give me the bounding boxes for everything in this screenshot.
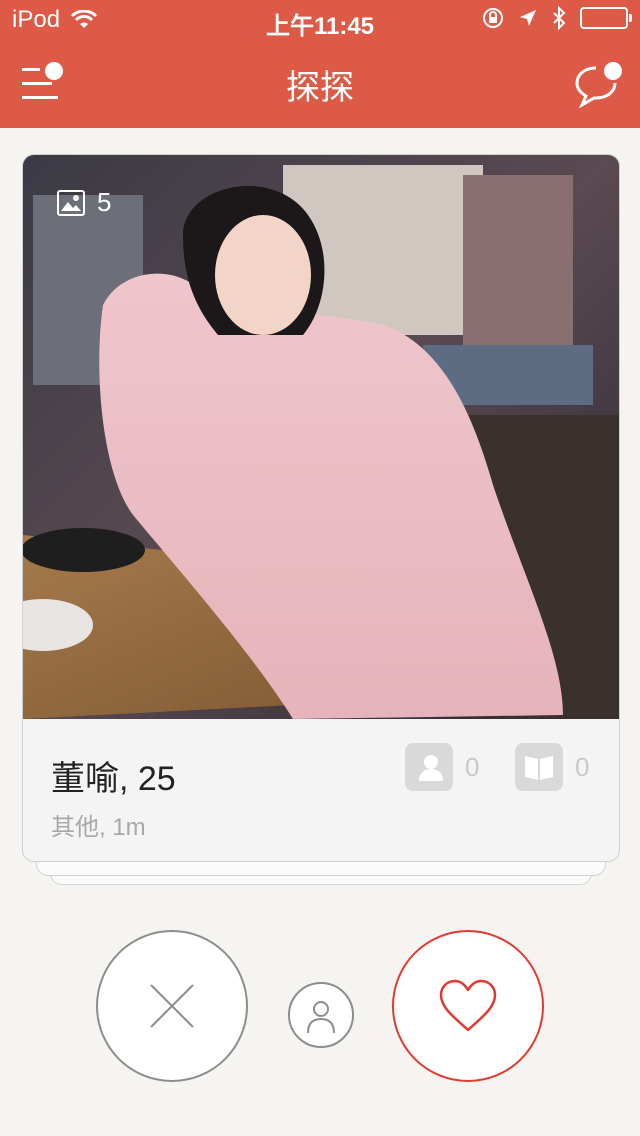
location-arrow-icon bbox=[520, 10, 536, 26]
profile-card[interactable]: 5 董喻, 25 其他, 1m 0 0 bbox=[22, 154, 620, 862]
photo-count-value: 5 bbox=[97, 187, 112, 217]
photo-icon bbox=[57, 189, 85, 216]
moments-stat: 0 bbox=[515, 743, 589, 791]
moments-count: 0 bbox=[575, 751, 590, 782]
photo-count: 5 bbox=[57, 187, 111, 218]
user-icon bbox=[307, 1001, 335, 1033]
close-icon bbox=[150, 984, 194, 1028]
rotation-lock-icon bbox=[483, 8, 503, 28]
profile-subtitle: 其他, 1m bbox=[51, 814, 146, 841]
like-button[interactable] bbox=[392, 930, 544, 1082]
battery-icon bbox=[580, 7, 632, 29]
profile-name-age: 董喻, 25 bbox=[51, 760, 176, 798]
status-bar: iPod 上午11:45 bbox=[0, 0, 640, 40]
bluetooth-icon bbox=[553, 6, 566, 30]
page-title: 探探 bbox=[286, 69, 354, 107]
messages-button[interactable] bbox=[574, 60, 624, 109]
profile-button[interactable] bbox=[288, 982, 354, 1048]
chat-bubble-icon bbox=[575, 62, 622, 109]
friends-count: 0 bbox=[465, 751, 480, 782]
top-bar: iPod 上午11:45 探探 bbox=[0, 0, 640, 128]
book-icon bbox=[515, 743, 563, 791]
person-icon bbox=[405, 743, 453, 791]
dislike-button[interactable] bbox=[96, 930, 248, 1082]
status-icons bbox=[482, 6, 632, 30]
heart-icon bbox=[439, 979, 497, 1032]
friends-stat: 0 bbox=[405, 743, 479, 791]
profile-photo[interactable] bbox=[23, 155, 619, 719]
